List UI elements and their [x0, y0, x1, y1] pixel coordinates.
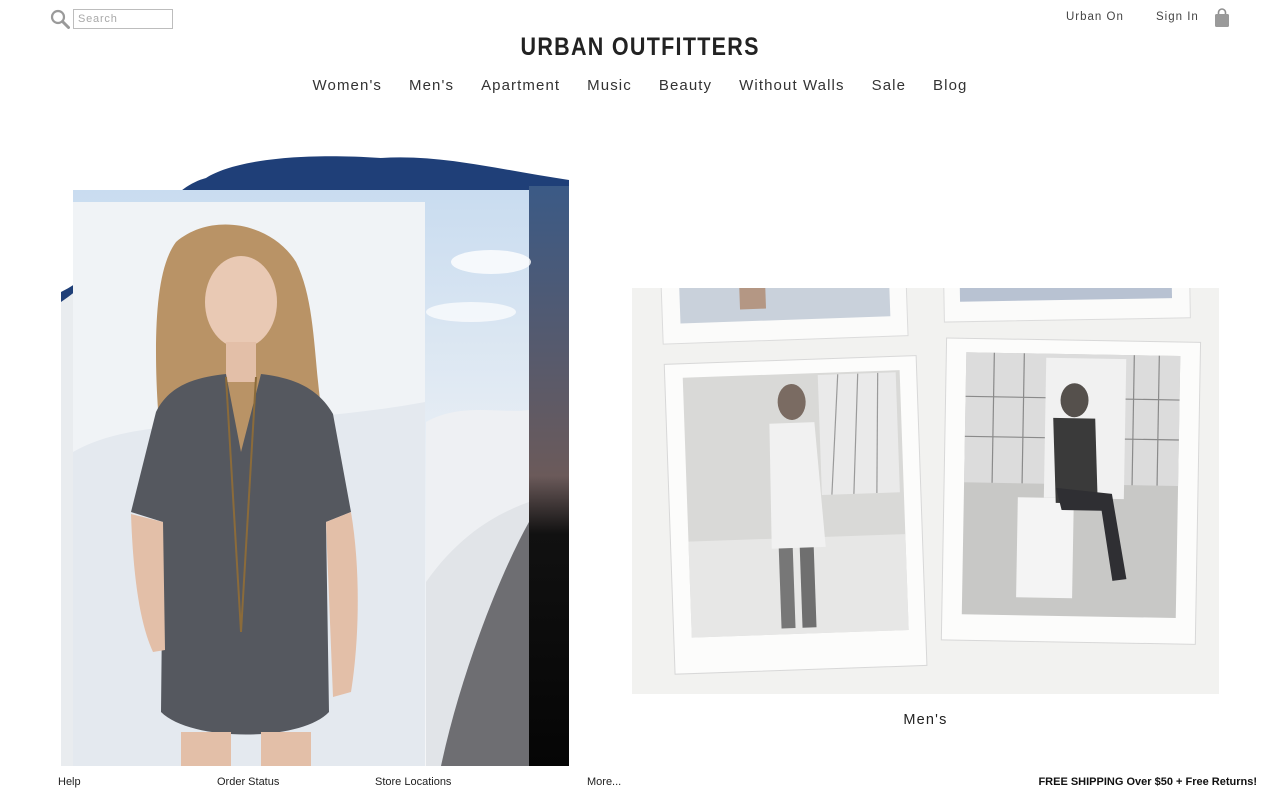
main-nav: Women's Men's Apartment Music Beauty Wit… — [0, 77, 1280, 94]
sign-in-link[interactable]: Sign In — [1156, 11, 1199, 23]
site-logo[interactable]: URBAN OUTFITTERS — [90, 33, 1191, 62]
nav-beauty[interactable]: Beauty — [659, 77, 712, 94]
free-shipping-banner[interactable]: FREE SHIPPING Over $50 + Free Returns! — [1038, 776, 1257, 788]
nav-mens[interactable]: Men's — [409, 77, 454, 94]
mens-promo-image[interactable] — [632, 288, 1219, 694]
womens-hero-image[interactable] — [61, 152, 569, 766]
footer-more-link[interactable]: More... — [587, 776, 621, 788]
nav-womens[interactable]: Women's — [313, 77, 382, 94]
nav-sale[interactable]: Sale — [872, 77, 906, 94]
footer-help-link[interactable]: Help — [58, 776, 81, 788]
search-icon[interactable] — [50, 9, 70, 29]
nav-music[interactable]: Music — [587, 77, 632, 94]
nav-without-walls[interactable]: Without Walls — [739, 77, 844, 94]
nav-blog[interactable]: Blog — [933, 77, 967, 94]
urban-on-link[interactable]: Urban On — [1066, 11, 1124, 23]
shopping-bag-icon[interactable] — [1214, 8, 1230, 28]
search-bar — [50, 9, 173, 29]
footer-store-locations-link[interactable]: Store Locations — [375, 776, 451, 788]
footer-order-status-link[interactable]: Order Status — [217, 776, 279, 788]
mens-promo-caption[interactable]: Men's — [632, 712, 1219, 728]
nav-apartment[interactable]: Apartment — [481, 77, 560, 94]
search-input[interactable] — [73, 9, 173, 29]
